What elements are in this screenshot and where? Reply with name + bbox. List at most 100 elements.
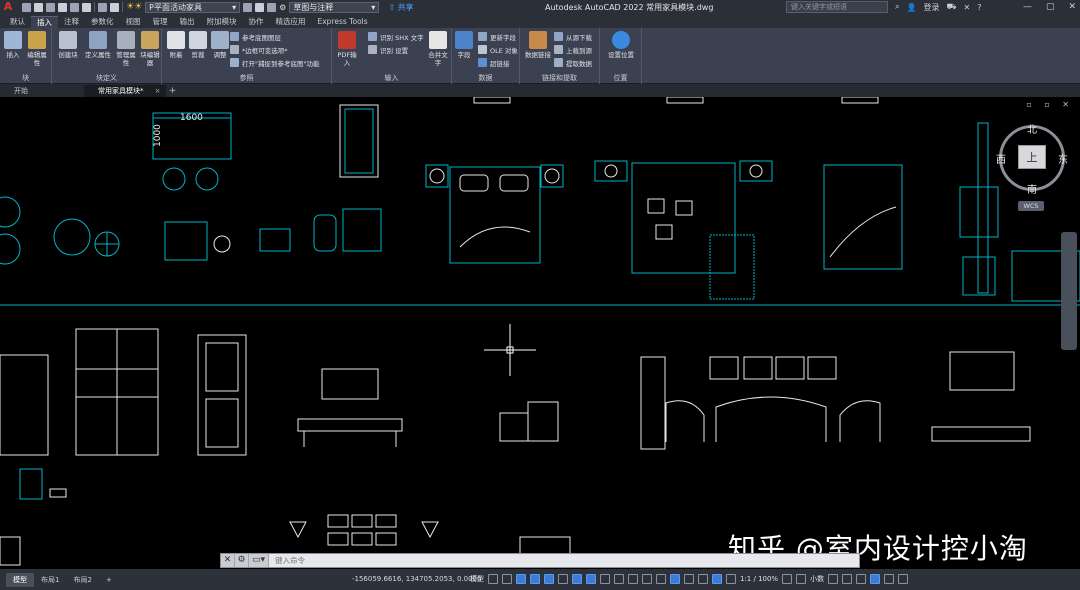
define-attribute-button[interactable]: 定义属性 [84, 31, 112, 59]
manage-attribute-button[interactable]: 管理属性 [114, 31, 138, 67]
hyperlink-button[interactable]: 超链接 [478, 57, 510, 68]
hardware-acceleration-icon[interactable] [870, 574, 881, 584]
set-location-button[interactable]: 设置位置 [606, 31, 636, 59]
viewport-controls[interactable]: ▫ ▫ ✕ [1026, 100, 1074, 109]
tab-output[interactable]: 输出 [174, 16, 201, 28]
compass-south[interactable]: 南 [1027, 181, 1037, 196]
dynamic-input-icon[interactable] [530, 574, 540, 584]
coordinates-display[interactable]: -156059.6616, 134705.2053, 0.0000 [352, 573, 481, 585]
data-link-button[interactable]: 数据链接 [524, 31, 552, 59]
isodraft-icon[interactable] [572, 574, 582, 584]
compass-north[interactable]: 北 [1027, 121, 1037, 136]
minimize-icon[interactable]: — [1023, 2, 1032, 12]
insert-button[interactable]: 插入 [1, 31, 25, 59]
tab-start[interactable]: 开始 [0, 85, 42, 97]
object-snap-icon[interactable] [600, 574, 610, 584]
search-input[interactable]: 键入关键字或短语 [786, 1, 888, 13]
dynamic-ucs-icon[interactable] [670, 574, 680, 584]
infer-constraints-icon[interactable] [516, 574, 526, 584]
create-block-button[interactable]: 创建块 [56, 31, 80, 59]
snap-icon[interactable] [502, 574, 512, 584]
tab-layout1[interactable]: 布局1 [34, 573, 66, 587]
plot-icon[interactable] [82, 2, 91, 12]
layer-sun-icon[interactable]: ☀☀ [126, 2, 142, 12]
snap-underlay-dropdown[interactable]: 打开"捕捉到参考底图"功能 [230, 57, 319, 68]
upload-to-source-button[interactable]: 上载到源 [554, 44, 592, 55]
gizmo-icon[interactable] [698, 574, 708, 584]
maximize-icon[interactable]: ▢ [1046, 2, 1055, 12]
exchange-icon[interactable]: ✕ [964, 3, 971, 12]
new-file-icon[interactable] [22, 2, 31, 12]
underlay-layers-button[interactable]: 参考底图图层 [230, 31, 281, 42]
wcs-menu[interactable]: WCS [1018, 201, 1044, 211]
object-snap-tracking-icon[interactable] [586, 574, 596, 584]
login-button[interactable]: 登录 [923, 2, 939, 13]
pdf-import-button[interactable]: PDF输入 [335, 31, 359, 67]
match-icon[interactable] [255, 2, 265, 12]
user-icon[interactable]: 👤 [906, 3, 916, 12]
help-icon[interactable]: ? [977, 3, 981, 12]
annotation-visibility-icon[interactable] [712, 574, 722, 584]
block-editor-button[interactable]: 块编辑器 [138, 31, 162, 67]
tab-insert[interactable]: 插入 [31, 16, 58, 28]
3d-osnap-icon[interactable] [656, 574, 666, 584]
print-icon[interactable] [70, 2, 79, 12]
add-layout-button[interactable]: + [99, 573, 119, 587]
close-icon[interactable]: ✕ [1068, 2, 1076, 12]
customization-menu-icon[interactable] [898, 574, 909, 584]
tab-current-file[interactable]: 常用家具模块* × [84, 85, 166, 97]
tab-layout2[interactable]: 布局2 [66, 573, 98, 587]
units-display[interactable]: 小数 [810, 574, 824, 584]
lineweight-icon[interactable] [614, 574, 624, 584]
layer-props-icon[interactable] [243, 2, 253, 12]
tab-addins[interactable]: 附加模块 [201, 16, 243, 28]
workspace-switch-dropdown[interactable]: 草图与注释 ▾ [289, 1, 380, 13]
save-as-icon[interactable] [58, 2, 67, 12]
tab-default[interactable]: 默认 [4, 16, 31, 28]
cart-icon[interactable]: ⛟ [946, 2, 956, 12]
attach-button[interactable]: 附着 [164, 31, 188, 59]
compass-west[interactable]: 西 [996, 151, 1006, 166]
autocad-logo-icon[interactable]: A [0, 0, 16, 14]
recent-commands-icon[interactable]: ▭▾ [249, 554, 269, 567]
undo-icon[interactable] [98, 2, 107, 12]
recognize-shx-button[interactable]: 识别 SHX 文字 [368, 31, 424, 42]
download-from-source-button[interactable]: 从源下载 [554, 31, 592, 42]
update-fields-button[interactable]: 更新字段 [478, 31, 516, 42]
ortho-icon[interactable] [544, 574, 554, 584]
edit-attribute-button[interactable]: 编辑属性 [25, 31, 49, 67]
search-icon[interactable]: ⌕ [895, 2, 899, 12]
viewcube[interactable]: 上 北 南 西 东 WCS [996, 119, 1070, 219]
tab-annotate[interactable]: 注释 [58, 16, 85, 28]
workspace-switch-icon[interactable] [782, 574, 793, 584]
ole-object-button[interactable]: OLE 对象 [478, 44, 518, 55]
quick-properties-icon[interactable] [828, 574, 839, 584]
customize-icon[interactable]: ⚙ [235, 554, 249, 567]
selection-cycling-icon[interactable] [642, 574, 652, 584]
transparency-icon[interactable] [628, 574, 638, 584]
navigation-bar[interactable] [1061, 232, 1077, 350]
lock-ui-icon[interactable] [842, 574, 853, 584]
command-input[interactable]: 键入命令 [269, 554, 859, 567]
adjust-button[interactable]: 调整 [208, 31, 232, 59]
tab-parametric[interactable]: 参数化 [85, 16, 120, 28]
share-button[interactable]: ⇧ 共享 [388, 2, 413, 13]
field-button[interactable]: 字段 [452, 31, 476, 59]
recognize-settings-button[interactable]: 识别 设置 [368, 44, 408, 55]
grid-icon[interactable] [488, 574, 498, 584]
close-icon[interactable]: ✕ [221, 554, 235, 567]
layer-state-icon[interactable] [267, 2, 277, 12]
frames-vary-dropdown[interactable]: *边框可变选项* [230, 44, 288, 55]
redo-icon[interactable] [110, 2, 119, 12]
new-tab-button[interactable]: + [166, 85, 180, 97]
clip-button[interactable]: 剪裁 [186, 31, 210, 59]
workspace-dropdown[interactable]: P平面活动家具 ▾ [145, 1, 241, 13]
tab-model[interactable]: 模型 [6, 572, 34, 587]
extract-data-button[interactable]: 提取数据 [554, 57, 592, 68]
combine-text-button[interactable]: 合并文字 [426, 31, 450, 67]
selection-filter-icon[interactable] [684, 574, 694, 584]
tab-collaborate[interactable]: 协作 [243, 16, 270, 28]
annotation-monitor-icon[interactable] [796, 574, 807, 584]
open-file-icon[interactable] [34, 2, 43, 12]
polar-icon[interactable] [558, 574, 568, 584]
